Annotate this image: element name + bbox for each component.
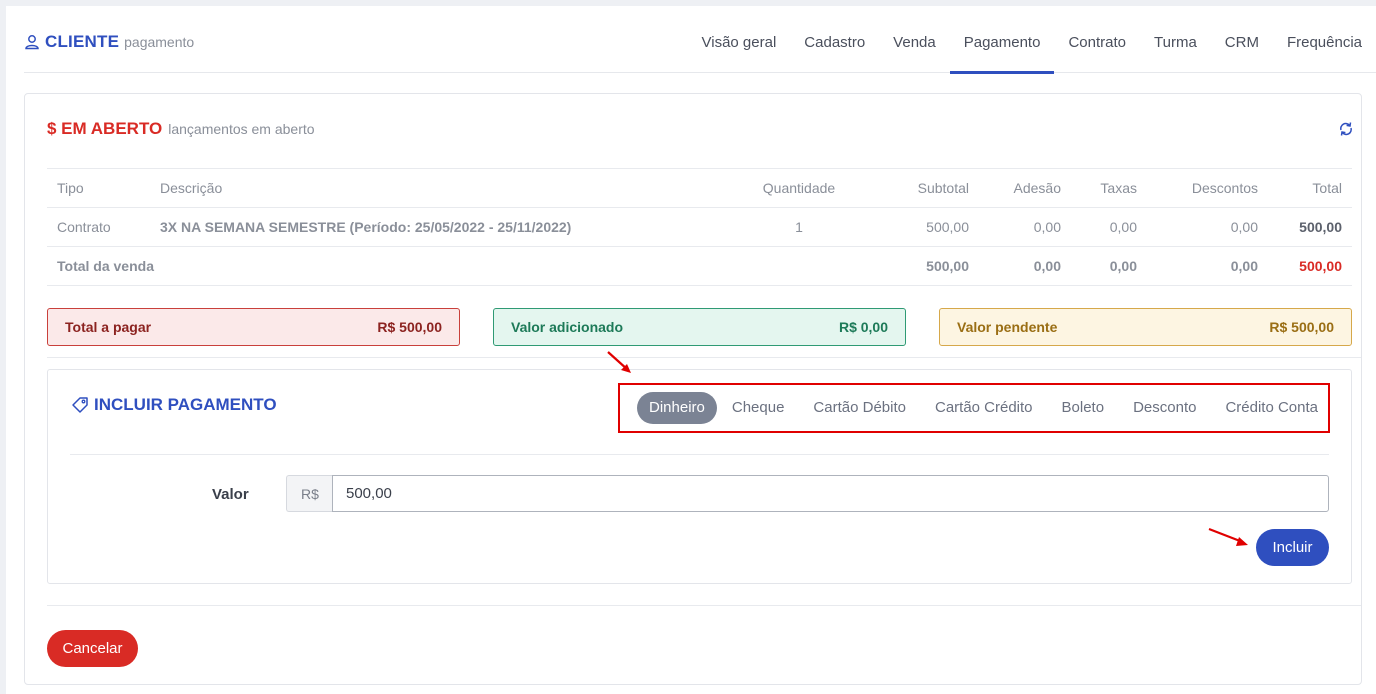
cell-adesao: 0,00 — [979, 207, 1071, 247]
table-header-row: Tipo Descrição Quantidade Subtotal Adesã… — [47, 168, 1352, 208]
page-title: CLIENTE pagamento — [24, 32, 194, 52]
incluir-pagamento-title: INCLUIR PAGAMENTO — [70, 395, 277, 415]
total-descontos: 0,00 — [1147, 246, 1268, 286]
cell-total: 500,00 — [1268, 207, 1352, 247]
tab-frequencia[interactable]: Frequência — [1273, 6, 1376, 73]
refresh-icon[interactable] — [1337, 120, 1355, 138]
col-adesao: Adesão — [979, 168, 1071, 208]
open-section-title-main: $ EM ABERTO — [47, 119, 163, 138]
page-title-main: CLIENTE — [45, 32, 120, 51]
col-quantidade: Quantidade — [739, 168, 859, 208]
page-title-sub: pagamento — [124, 34, 195, 50]
method-cheque[interactable]: Cheque — [718, 392, 799, 424]
cell-descontos: 0,00 — [1147, 207, 1268, 247]
col-descricao: Descrição — [150, 168, 739, 208]
cell-quantidade: 1 — [739, 207, 859, 247]
col-taxas: Taxas — [1071, 168, 1147, 208]
tab-cadastro[interactable]: Cadastro — [790, 6, 879, 73]
valor-input[interactable] — [332, 475, 1329, 512]
tab-bar: Visão geral Cadastro Venda Pagamento Con… — [688, 6, 1376, 74]
tab-turma[interactable]: Turma — [1140, 6, 1211, 73]
total-adesao: 0,00 — [979, 246, 1071, 286]
tab-visao-geral[interactable]: Visão geral — [688, 6, 791, 73]
cell-subtotal: 500,00 — [859, 207, 979, 247]
valor-pendente-value: R$ 500,00 — [1269, 319, 1334, 335]
method-credito-conta[interactable]: Crédito Conta — [1211, 392, 1332, 424]
method-cartao-debito[interactable]: Cartão Débito — [799, 392, 920, 424]
tab-contrato[interactable]: Contrato — [1054, 6, 1140, 73]
page: CLIENTE pagamento Visão geral Cadastro V… — [6, 6, 1376, 694]
incluir-pagamento-panel: INCLUIR PAGAMENTO Dinheiro Cheque Cartão… — [47, 369, 1352, 584]
col-descontos: Descontos — [1147, 168, 1268, 208]
col-total: Total — [1268, 168, 1352, 208]
col-subtotal: Subtotal — [859, 168, 979, 208]
open-items-table: Tipo Descrição Quantidade Subtotal Adesã… — [47, 168, 1352, 286]
valor-adicionado-label: Valor adicionado — [511, 319, 624, 335]
incluir-pagamento-label: INCLUIR PAGAMENTO — [94, 395, 277, 414]
tab-crm[interactable]: CRM — [1211, 6, 1273, 73]
open-section-title: $ EM ABERTO lançamentos em aberto — [47, 119, 315, 139]
table-row: Contrato 3X NA SEMANA SEMESTRE (Período:… — [47, 207, 1352, 247]
divider — [70, 454, 1329, 455]
open-section-subtitle: lançamentos em aberto — [168, 121, 315, 137]
method-desconto[interactable]: Desconto — [1119, 392, 1210, 424]
col-tipo: Tipo — [47, 168, 150, 208]
valor-adicionado-box: Valor adicionado R$ 0,00 — [493, 308, 906, 346]
method-cartao-credito[interactable]: Cartão Crédito — [921, 392, 1047, 424]
tab-pagamento[interactable]: Pagamento — [949, 6, 1055, 74]
method-boleto[interactable]: Boleto — [1048, 392, 1119, 424]
incluir-button[interactable]: Incluir — [1256, 529, 1329, 566]
total-a-pagar-value: R$ 500,00 — [377, 319, 442, 335]
total-a-pagar-box: Total a pagar R$ 500,00 — [47, 308, 460, 346]
total-subtotal: 500,00 — [859, 246, 979, 286]
payment-method-tabs: Dinheiro Cheque Cartão Débito Cartão Cré… — [618, 383, 1330, 433]
annotation-arrow-icon — [1208, 527, 1248, 546]
cell-descricao: 3X NA SEMANA SEMESTRE (Período: 25/05/20… — [150, 207, 739, 247]
annotation-arrow-icon — [607, 351, 631, 373]
divider — [47, 357, 1361, 358]
tag-icon — [72, 397, 88, 413]
total-total: 500,00 — [1268, 246, 1352, 286]
divider — [47, 605, 1361, 606]
user-icon — [25, 35, 39, 50]
cell-tipo: Contrato — [47, 207, 150, 247]
payment-card: $ EM ABERTO lançamentos em aberto Tipo D… — [24, 93, 1362, 685]
header: CLIENTE pagamento Visão geral Cadastro V… — [24, 6, 1376, 74]
currency-prefix: R$ — [286, 475, 333, 512]
method-dinheiro[interactable]: Dinheiro — [637, 392, 717, 424]
valor-adicionado-value: R$ 0,00 — [838, 319, 888, 335]
total-taxas: 0,00 — [1071, 246, 1147, 286]
valor-pendente-label: Valor pendente — [957, 319, 1058, 335]
valor-label: Valor — [212, 486, 249, 503]
table-total-row: Total da venda 500,00 0,00 0,00 0,00 500… — [47, 246, 1352, 286]
tab-venda[interactable]: Venda — [879, 6, 950, 73]
valor-pendente-box: Valor pendente R$ 500,00 — [939, 308, 1352, 346]
cell-taxas: 0,00 — [1071, 207, 1147, 247]
total-a-pagar-label: Total a pagar — [65, 319, 152, 335]
cancel-button[interactable]: Cancelar — [47, 630, 138, 667]
total-label: Total da venda — [47, 246, 859, 286]
